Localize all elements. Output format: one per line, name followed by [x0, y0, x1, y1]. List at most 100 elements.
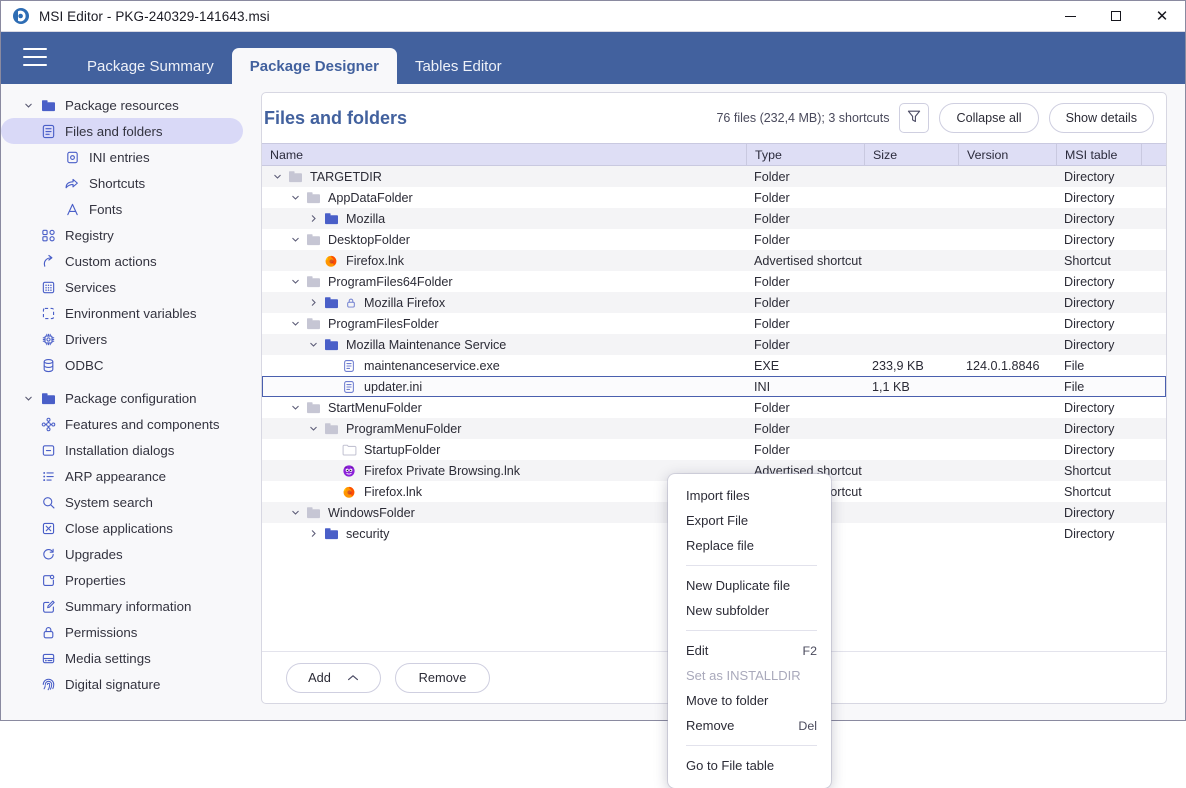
close-button[interactable]: ✕ — [1139, 1, 1185, 32]
table-row[interactable]: Mozilla Firefox Folder Directory — [262, 292, 1166, 313]
table-row[interactable]: Mozilla Folder Directory — [262, 208, 1166, 229]
sidebar-item-registry[interactable]: Registry — [1, 222, 243, 248]
chevron-down-icon — [19, 101, 37, 110]
sidebar-item-fonts[interactable]: Fonts — [1, 196, 243, 222]
chevron-down-icon[interactable] — [269, 166, 285, 187]
context-menu-separator — [686, 745, 817, 746]
cell-type: Folder — [754, 232, 790, 247]
context-menu-item-edit[interactable]: Edit F2 — [668, 638, 831, 663]
hamburger-icon[interactable] — [23, 48, 47, 66]
sidebar-item-permissions[interactable]: Permissions — [1, 619, 243, 645]
close-icon: ✕ — [1155, 6, 1169, 25]
table-row[interactable]: Firefox.lnk Advertised shortcut Shortcut — [262, 250, 1166, 271]
sidebar-item-system-search[interactable]: System search — [1, 489, 243, 515]
chevron-down-icon[interactable] — [287, 397, 303, 418]
sidebar-item-properties[interactable]: Properties — [1, 567, 243, 593]
chevron-down-icon[interactable] — [287, 187, 303, 208]
column-header-type[interactable]: Type — [747, 144, 865, 165]
context-menu-item-replace-file[interactable]: Replace file — [668, 533, 831, 558]
table-row[interactable]: StartMenuFolder Folder Directory — [262, 397, 1166, 418]
sidebar-group-package-configuration[interactable]: Package configuration — [1, 385, 243, 411]
curved-arrow-icon — [37, 254, 59, 269]
context-menu-item-label: New Duplicate file — [686, 578, 791, 593]
sidebar-item-files-and-folders[interactable]: Files and folders — [1, 118, 243, 144]
sidebar-item-digital-signature[interactable]: Digital signature — [1, 671, 243, 697]
table-row[interactable]: ProgramFiles64Folder Folder Directory — [262, 271, 1166, 292]
minimize-button[interactable] — [1047, 1, 1093, 32]
chevron-right-icon[interactable] — [305, 208, 321, 229]
sidebar-item-features-and-components[interactable]: Features and components — [1, 411, 243, 437]
table-row[interactable]: Mozilla Maintenance Service Folder Directo… — [262, 334, 1166, 355]
context-menu[interactable]: Import files Export File Replace file New D… — [668, 474, 831, 788]
sidebar-item-custom-actions[interactable]: Custom actions — [1, 248, 243, 274]
files-and-folders-card: Files and folders 76 files (232,4 MB); 3… — [261, 92, 1167, 788]
sidebar-item-odbc[interactable]: ODBC — [1, 352, 243, 378]
tab-package-designer[interactable]: Package Designer — [231, 48, 397, 84]
sidebar-item-services[interactable]: Services — [1, 274, 243, 300]
chevron-right-icon[interactable] — [305, 292, 321, 313]
table-row[interactable]: maintenanceservice.exe EXE 233,9 KB 124.0.1… — [262, 355, 1166, 376]
add-button[interactable]: Add — [286, 662, 381, 693]
context-menu-item-export-file[interactable]: Export File — [668, 508, 831, 533]
row-name-label: Mozilla Maintenance Service — [346, 337, 507, 352]
context-menu-item-new-subfolder[interactable]: New subfolder — [668, 598, 831, 623]
chevron-right-icon[interactable] — [305, 523, 321, 544]
sidebar-item-shortcuts[interactable]: Shortcuts — [1, 170, 243, 196]
tab-tables-editor[interactable]: Tables Editor — [397, 48, 520, 84]
font-a-icon — [61, 202, 83, 217]
show-details-button[interactable]: Show details — [1048, 103, 1154, 133]
table-row[interactable]: TARGETDIR Folder Directory — [262, 166, 1166, 187]
sidebar-item-environment-variables[interactable]: Environment variables — [1, 300, 243, 326]
context-menu-item-new-duplicate-file[interactable]: New Duplicate file — [668, 573, 831, 598]
chevron-down-icon[interactable] — [287, 271, 303, 292]
context-menu-item-go-to-file-table[interactable]: Go to File table — [668, 753, 831, 778]
sidebar-group-package-resources[interactable]: Package resources — [1, 92, 243, 118]
maximize-button[interactable] — [1093, 1, 1139, 32]
cell-msi-table: Directory — [1064, 337, 1115, 352]
row-name-label: AppDataFolder — [328, 190, 413, 205]
sidebar-item-label: Properties — [65, 572, 126, 588]
sidebar-group-label: Package configuration — [65, 390, 197, 406]
row-name-label: maintenanceservice.exe — [364, 358, 500, 373]
table-row[interactable]: ProgramMenuFolder Folder Directory — [262, 418, 1166, 439]
cell-name: AppDataFolder — [263, 187, 746, 208]
sidebar-item-arp-appearance[interactable]: ARP appearance — [1, 463, 243, 489]
column-header-name[interactable]: Name — [262, 144, 747, 165]
cell-type: EXE — [754, 358, 780, 373]
tab-package-summary[interactable]: Package Summary — [69, 48, 232, 84]
chevron-down-icon[interactable] — [287, 313, 303, 334]
context-menu-item-remove[interactable]: Remove Del — [668, 713, 831, 738]
chevron-down-icon[interactable] — [287, 502, 303, 523]
sidebar-item-ini-entries[interactable]: INI entries — [1, 144, 243, 170]
sidebar-item-label: Files and folders — [65, 123, 163, 139]
column-header-size[interactable]: Size — [865, 144, 959, 165]
table-row[interactable]: StartupFolder Folder Directory — [262, 439, 1166, 460]
context-menu-item-move-to-folder[interactable]: Move to folder — [668, 688, 831, 713]
sidebar-item-upgrades[interactable]: Upgrades — [1, 541, 243, 567]
context-menu-item-import-files[interactable]: Import files — [668, 483, 831, 508]
remove-button[interactable]: Remove — [395, 662, 490, 693]
sidebar-item-drivers[interactable]: Drivers — [1, 326, 243, 352]
chevron-down-icon[interactable] — [305, 334, 321, 355]
chevron-down-icon[interactable] — [287, 229, 303, 250]
table-row[interactable]: AppDataFolder Folder Directory — [262, 187, 1166, 208]
context-menu-item-label: Move to folder — [686, 693, 769, 708]
sidebar-item-installation-dialogs[interactable]: Installation dialogs — [1, 437, 243, 463]
chevron-down-icon[interactable] — [305, 418, 321, 439]
column-header-version[interactable]: Version — [959, 144, 1057, 165]
table-row[interactable]: updater.ini INI 1,1 KB File — [262, 376, 1166, 397]
dialog-icon — [37, 443, 59, 458]
sidebar-item-media-settings[interactable]: Media settings — [1, 645, 243, 671]
collapse-all-button[interactable]: Collapse all — [939, 103, 1039, 133]
column-header-msi-table[interactable]: MSI table — [1057, 144, 1142, 165]
filter-button[interactable] — [899, 103, 930, 133]
row-name-label: Mozilla Firefox — [364, 295, 446, 310]
table-row[interactable]: ProgramFilesFolder Folder Directory — [262, 313, 1166, 334]
sidebar-item-summary-information[interactable]: Summary information — [1, 593, 243, 619]
table-row[interactable]: DesktopFolder Folder Directory — [262, 229, 1166, 250]
sidebar-item-close-applications[interactable]: Close applications — [1, 515, 243, 541]
row-name-label: updater.ini — [364, 379, 423, 394]
table-header: Name Type Size Version MSI table — [262, 143, 1166, 166]
cell-name: StartMenuFolder — [263, 397, 746, 418]
